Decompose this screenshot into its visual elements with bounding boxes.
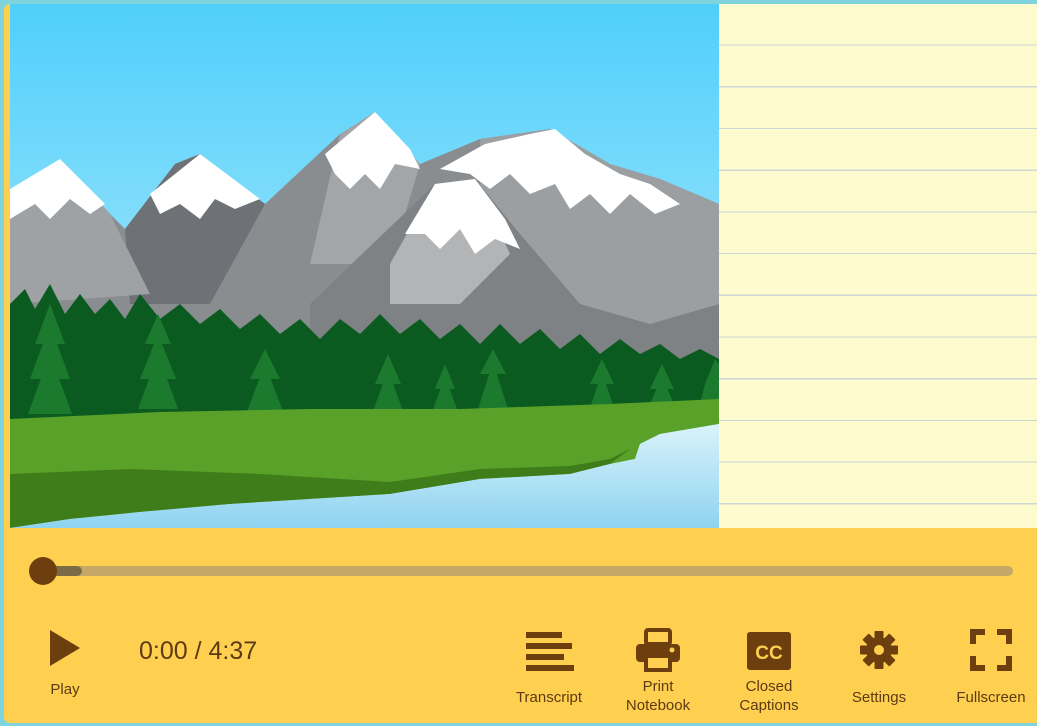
transcript-icon <box>526 632 574 671</box>
print-label-line1: Print <box>642 678 674 695</box>
progress-handle[interactable] <box>29 557 57 585</box>
play-button[interactable]: Play <box>30 628 100 699</box>
play-icon <box>50 630 80 666</box>
gear-icon <box>860 631 898 669</box>
cc-label-line1: Closed <box>745 678 793 695</box>
fullscreen-icon <box>970 629 1012 671</box>
notebook-panel[interactable] <box>719 4 1037 528</box>
print-notebook-button[interactable]: Print Notebook <box>610 628 706 715</box>
cc-label-line2: Captions <box>739 697 799 714</box>
svg-text:CC: CC <box>755 643 783 664</box>
time-display: 0:00 / 4:37 <box>139 637 258 665</box>
control-bar: Play 0:00 / 4:37 Transcript Print Notebo… <box>4 528 1037 723</box>
play-label: Play <box>50 681 80 698</box>
print-label-line2: Notebook <box>625 697 691 714</box>
settings-label: Settings <box>851 689 907 706</box>
settings-button[interactable]: Settings <box>839 628 919 707</box>
transcript-button[interactable]: Transcript <box>504 628 594 707</box>
closed-captions-button[interactable]: CC Closed Captions <box>724 628 814 715</box>
fullscreen-button[interactable]: Fullscreen <box>946 628 1036 707</box>
fullscreen-label: Fullscreen <box>956 689 1026 706</box>
video-scene[interactable] <box>10 4 719 528</box>
transcript-label: Transcript <box>515 689 583 706</box>
mountain-landscape-illustration <box>10 4 719 528</box>
printer-icon <box>636 628 680 672</box>
progress-track[interactable] <box>32 566 1013 576</box>
closed-captions-icon: CC <box>747 632 791 670</box>
video-player: Play 0:00 / 4:37 Transcript Print Notebo… <box>4 4 1037 723</box>
